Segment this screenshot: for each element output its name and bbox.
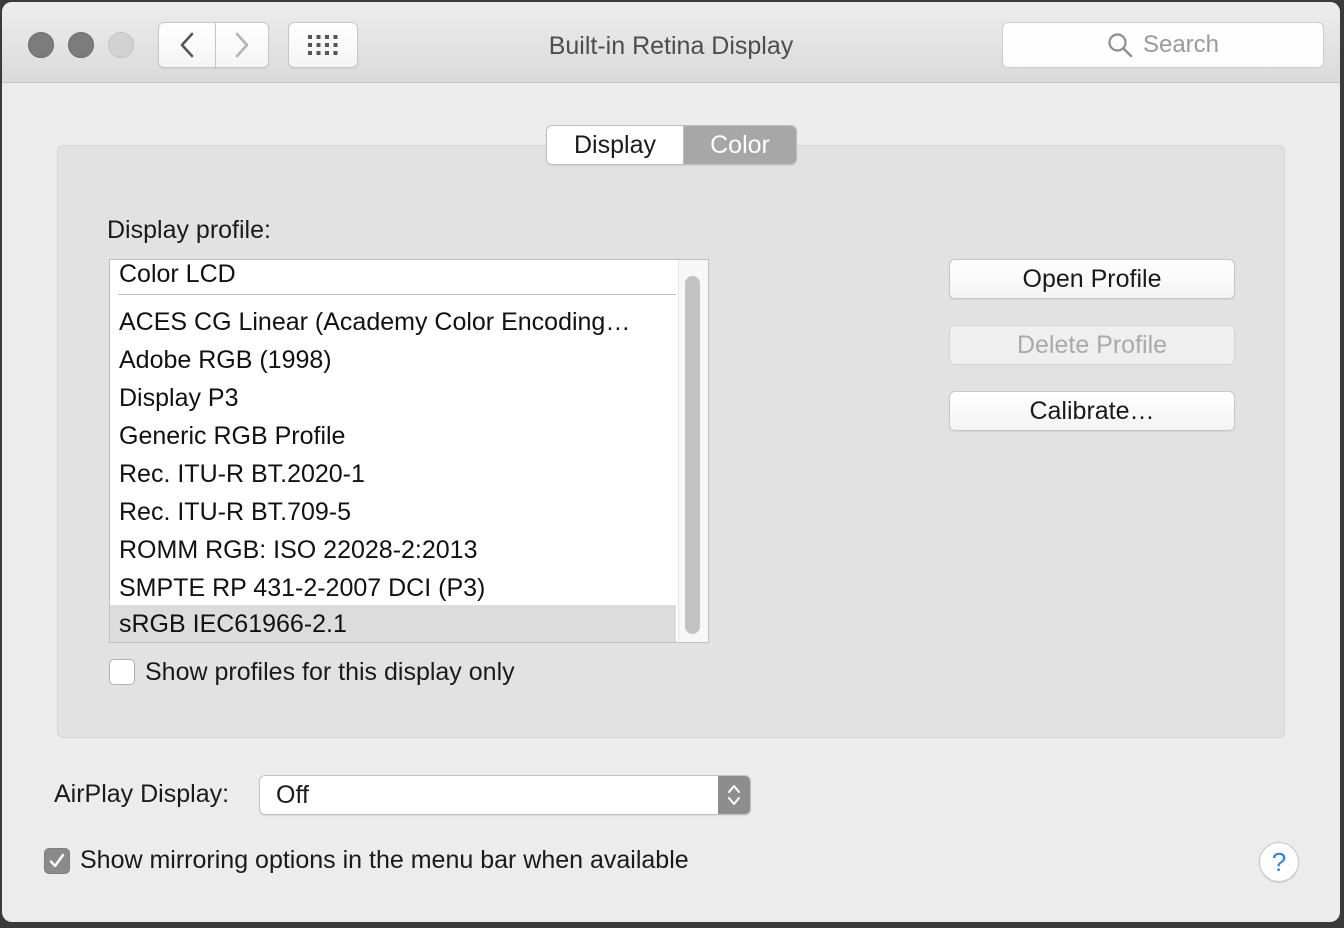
airplay-label: AirPlay Display:: [54, 780, 230, 808]
open-profile-button[interactable]: Open Profile: [949, 259, 1235, 299]
profile-list[interactable]: Color LCD ACES CG Linear (Academy Color …: [109, 259, 709, 643]
profile-list-item[interactable]: ACES CG Linear (Academy Color Encoding…: [110, 303, 676, 341]
checkmark-icon: [49, 853, 65, 868]
profile-list-item-selected[interactable]: sRGB IEC61966-2.1: [110, 605, 676, 642]
profile-list-item[interactable]: Adobe RGB (1998): [110, 341, 676, 379]
list-separator: [118, 294, 676, 295]
airplay-value: Off: [276, 781, 309, 809]
tab-display[interactable]: Display: [547, 126, 684, 164]
titlebar: Built-in Retina Display Search: [2, 2, 1340, 83]
profile-list-item[interactable]: ROMM RGB: ISO 22028-2:2013: [110, 531, 676, 569]
preferences-window: Built-in Retina Display Search Display C…: [2, 2, 1340, 922]
show-profiles-checkbox[interactable]: [109, 659, 135, 685]
profile-list-item[interactable]: SMPTE RP 431-2-2007 DCI (P3): [110, 569, 676, 607]
delete-profile-button: Delete Profile: [949, 325, 1235, 365]
search-icon: [1108, 33, 1133, 58]
mirroring-checkbox[interactable]: [44, 848, 70, 874]
list-scrollbar[interactable]: [678, 260, 708, 642]
calibrate-button[interactable]: Calibrate…: [949, 391, 1235, 431]
tab-color[interactable]: Color: [684, 126, 796, 164]
show-profiles-label: Show profiles for this display only: [145, 658, 515, 686]
profile-list-item[interactable]: Rec. ITU-R BT.2020-1: [110, 455, 676, 493]
profile-list-item[interactable]: Color LCD: [110, 260, 676, 293]
scrollbar-thumb[interactable]: [685, 276, 700, 634]
profile-list-item[interactable]: Rec. ITU-R BT.709-5: [110, 493, 676, 531]
updown-arrows-icon: [718, 776, 750, 814]
tab-bar: Display Color: [546, 125, 797, 165]
mirroring-label: Show mirroring options in the menu bar w…: [80, 846, 689, 874]
profile-list-item[interactable]: Display P3: [110, 379, 676, 417]
help-button[interactable]: ?: [1259, 842, 1299, 882]
search-placeholder: Search: [1142, 31, 1220, 58]
profile-list-item[interactable]: Generic RGB Profile: [110, 417, 676, 455]
airplay-popup[interactable]: Off: [259, 775, 751, 815]
search-field[interactable]: Search: [1002, 22, 1324, 68]
question-mark-icon: ?: [1271, 846, 1287, 877]
display-profile-label: Display profile:: [107, 216, 271, 244]
